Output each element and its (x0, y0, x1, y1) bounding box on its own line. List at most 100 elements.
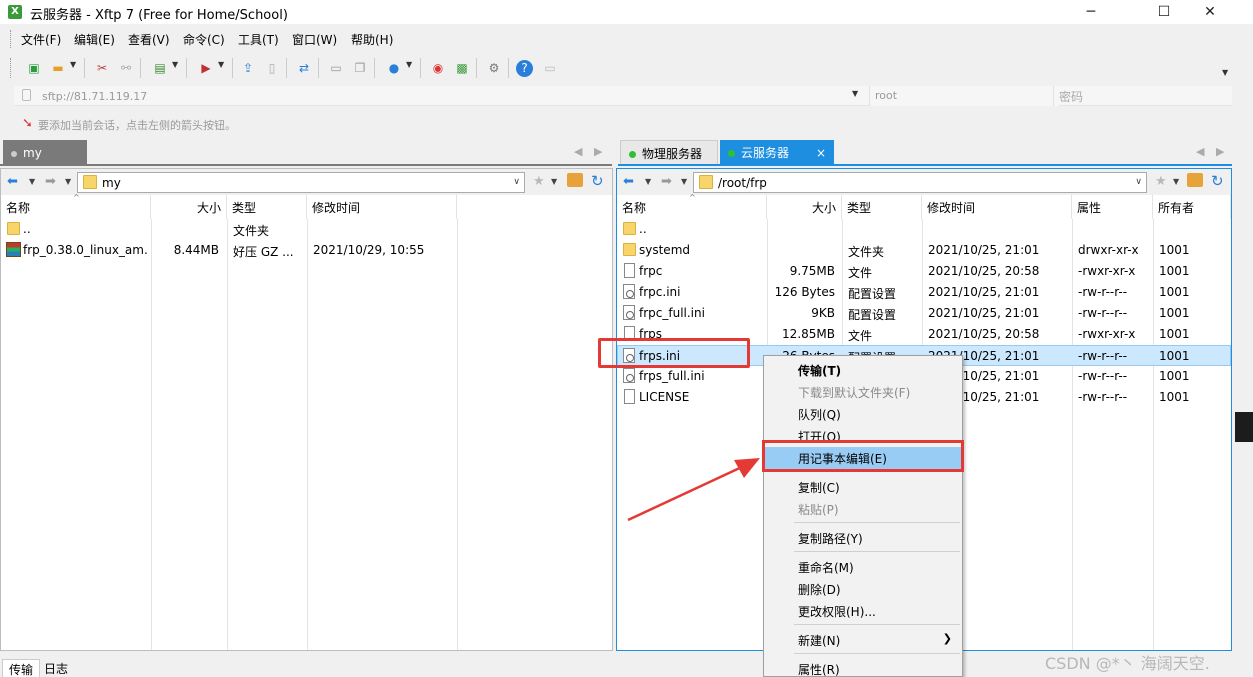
menu-item-transfer[interactable]: 传输(T) (764, 359, 962, 381)
tab-cloud-server[interactable]: 云服务器 × (720, 140, 834, 166)
file-type: 文件夹 (233, 224, 270, 238)
menu-view[interactable]: 查看(V) (128, 31, 170, 48)
properties-icon[interactable]: ▤ (150, 58, 170, 78)
back-icon[interactable]: ⬅ (623, 174, 634, 189)
column-header-name[interactable]: 名称 ^ (1, 193, 151, 219)
bookmark-star-icon[interactable]: ★ (1155, 174, 1167, 189)
globe-dropdown-icon[interactable]: ▼ (406, 60, 412, 69)
table-row[interactable]: frp_0.38.0_linux_am... 8.44MB 好压 GZ ... … (1, 240, 612, 261)
bookmark-star-icon[interactable]: ★ (533, 174, 545, 189)
close-button[interactable]: ✕ (1187, 0, 1233, 24)
menu-tools[interactable]: 工具(T) (238, 31, 279, 48)
toolbar-separator (318, 58, 319, 78)
tab-my[interactable]: my (3, 140, 87, 166)
transfer-icon[interactable]: ▶ (196, 58, 216, 78)
column-header-type[interactable]: 类型 (842, 195, 922, 219)
open-folder-icon[interactable]: ▬ (48, 58, 68, 78)
properties-dropdown-icon[interactable]: ▼ (172, 60, 178, 69)
menu-item-paste[interactable]: 粘贴(P) (764, 498, 962, 520)
forward-icon[interactable]: ➡ (45, 174, 56, 189)
xftp-icon[interactable]: ▩ (452, 58, 472, 78)
tab-close-icon[interactable]: × (816, 140, 826, 166)
address-dropdown-icon[interactable]: ▼ (852, 89, 858, 98)
tab-scroll-left-icon[interactable]: ◀ (574, 145, 582, 158)
menu-item-rename[interactable]: 重命名(M) (764, 556, 962, 578)
table-row[interactable]: frpc.ini 126 Bytes 配置设置 2021/10/25, 21:0… (617, 282, 1231, 303)
column-header-name[interactable]: 名称 ^ (617, 193, 767, 219)
column-header-modified[interactable]: 修改时间 (922, 195, 1072, 219)
menu-edit[interactable]: 编辑(E) (74, 31, 115, 48)
bookmark-dropdown-icon[interactable]: ▼ (1173, 177, 1179, 186)
transfer-dropdown-icon[interactable]: ▼ (218, 60, 224, 69)
home-icon[interactable] (1187, 173, 1203, 187)
refresh-icon[interactable]: ↻ (1211, 172, 1224, 190)
menu-help[interactable]: 帮助(H) (351, 31, 393, 48)
copy-icon[interactable]: ❐ (350, 58, 370, 78)
menu-item-queue[interactable]: 队列(Q) (764, 403, 962, 425)
menu-item-new[interactable]: 新建(N) ❯ (764, 629, 962, 651)
table-row[interactable]: frpc_full.ini 9KB 配置设置 2021/10/25, 21:01… (617, 303, 1231, 324)
menu-item-properties[interactable]: 属性(R) (764, 658, 962, 677)
column-header-modified[interactable]: 修改时间 (307, 195, 457, 219)
column-label: 名称 (6, 201, 31, 215)
tab-scroll-left-icon[interactable]: ◀ (1196, 145, 1204, 158)
globe-icon[interactable]: ● (384, 58, 404, 78)
toolbar-overflow-icon[interactable]: ▼ (1222, 68, 1228, 77)
back-dropdown-icon[interactable]: ▼ (29, 177, 35, 186)
download-icon[interactable]: ▯ (262, 58, 282, 78)
back-dropdown-icon[interactable]: ▼ (645, 177, 651, 186)
forward-dropdown-icon[interactable]: ▼ (681, 177, 687, 186)
menu-command[interactable]: 命令(C) (183, 31, 225, 48)
home-icon[interactable] (567, 173, 583, 187)
table-row[interactable]: .. (617, 219, 1231, 240)
host-address-input[interactable]: sftp://81.71.119.17 (42, 90, 147, 103)
disconnect-icon[interactable]: ✂ (92, 58, 112, 78)
menu-item-download-default[interactable]: 下载到默认文件夹(F) (764, 381, 962, 403)
upload-icon[interactable]: ⇪ (238, 58, 258, 78)
column-header-attributes[interactable]: 属性 (1072, 195, 1153, 219)
xshell-icon[interactable]: ◉ (428, 58, 448, 78)
tab-log[interactable]: 日志 (38, 659, 74, 677)
refresh-icon[interactable]: ↻ (591, 172, 604, 190)
column-header-type[interactable]: 类型 (227, 195, 307, 219)
menu-item-copy-path[interactable]: 复制路径(Y) (764, 527, 962, 549)
tab-scroll-right-icon[interactable]: ▶ (594, 145, 602, 158)
tab-label: 物理服务器 (642, 147, 703, 161)
column-header-size[interactable]: 大小 (151, 195, 227, 219)
help-icon[interactable]: ? (516, 60, 533, 77)
path-dropdown-icon[interactable]: ∨ (1135, 177, 1142, 187)
menu-window[interactable]: 窗口(W) (292, 31, 337, 48)
left-path-input[interactable]: my ∨ (77, 172, 525, 193)
forward-icon[interactable]: ➡ (661, 174, 672, 189)
back-icon[interactable]: ⬅ (7, 174, 18, 189)
open-dropdown-icon[interactable]: ▼ (70, 60, 76, 69)
table-row[interactable]: frpc 9.75MB 文件 2021/10/25, 20:58 -rwxr-x… (617, 261, 1231, 282)
new-session-icon[interactable]: ▣ (24, 58, 44, 78)
sync-icon[interactable]: ⇄ (294, 58, 314, 78)
path-dropdown-icon[interactable]: ∨ (513, 177, 520, 187)
add-session-arrow-icon[interactable]: ➘ (22, 116, 33, 131)
menu-item-copy[interactable]: 复制(C) (764, 476, 962, 498)
reconnect-icon[interactable]: ⚯ (116, 58, 136, 78)
chat-icon[interactable]: ▭ (540, 58, 560, 78)
table-row[interactable]: systemd 文件夹 2021/10/25, 21:01 drwxr-xr-x… (617, 240, 1231, 261)
print-icon[interactable]: ▭ (326, 58, 346, 78)
column-header-owner[interactable]: 所有者 (1153, 195, 1231, 219)
table-row[interactable]: .. 文件夹 (1, 219, 612, 240)
password-field[interactable]: 密码 (1053, 86, 1232, 106)
menu-file[interactable]: 文件(F) (21, 31, 61, 48)
bookmark-dropdown-icon[interactable]: ▼ (551, 177, 557, 186)
tab-transfer[interactable]: 传输 (2, 659, 41, 677)
tab-scroll-right-icon[interactable]: ▶ (1216, 145, 1224, 158)
menu-item-change-permissions[interactable]: 更改权限(H)... (764, 600, 962, 622)
forward-dropdown-icon[interactable]: ▼ (65, 177, 71, 186)
right-path-input[interactable]: /root/frp ∨ (693, 172, 1147, 193)
annotation-highlight-file (598, 338, 750, 368)
tab-physical-server[interactable]: 物理服务器 (620, 140, 718, 166)
minimize-button[interactable]: ─ (1068, 0, 1114, 24)
column-header-size[interactable]: 大小 (767, 195, 842, 219)
maximize-button[interactable]: ☐ (1141, 0, 1187, 24)
menu-item-delete[interactable]: 删除(D) (764, 578, 962, 600)
gear-icon[interactable]: ⚙ (484, 58, 504, 78)
username-field[interactable]: root (869, 86, 1059, 106)
